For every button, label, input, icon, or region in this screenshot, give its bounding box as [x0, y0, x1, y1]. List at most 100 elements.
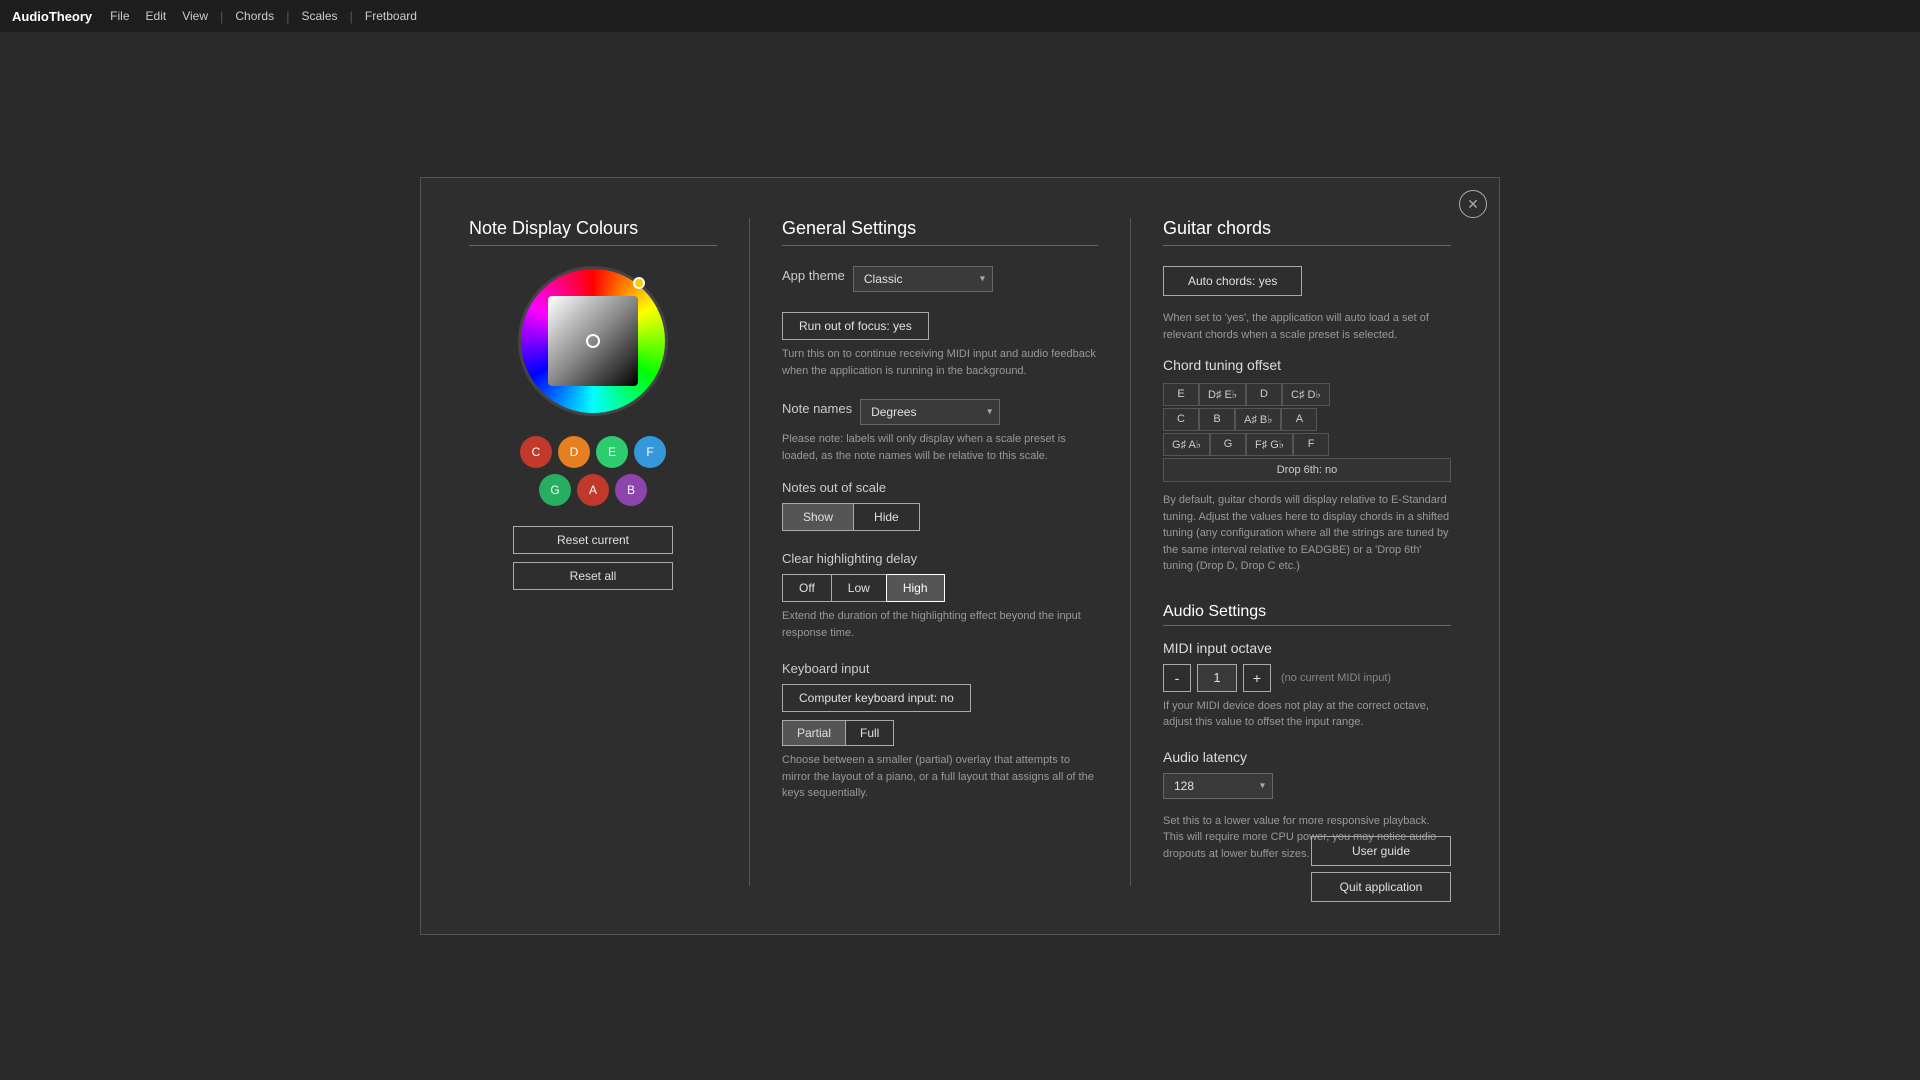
modal-backdrop: ✕ Note Display Colours C D E: [0, 32, 1920, 1080]
note-names-desc: Please note: labels will only display wh…: [782, 431, 1098, 464]
chord-cell-C[interactable]: C: [1163, 408, 1199, 431]
note-circle-g[interactable]: G: [539, 474, 571, 506]
note-circle-d[interactable]: D: [558, 436, 590, 468]
guitar-chords-section: Guitar chords Auto chords: yes When set …: [1163, 218, 1451, 575]
chord-cell-F[interactable]: F: [1293, 433, 1329, 456]
menu-view[interactable]: View: [176, 7, 214, 25]
note-circle-b[interactable]: B: [615, 474, 647, 506]
chord-row-1: E D♯ E♭ D C♯ D♭: [1163, 383, 1451, 406]
chord-cell-E[interactable]: E: [1163, 383, 1199, 406]
note-circles-row1: C D E F: [469, 436, 717, 468]
midi-octave-title: MIDI input octave: [1163, 640, 1451, 656]
highlighting-low-button[interactable]: Low: [831, 574, 887, 602]
audio-settings-section: Audio Settings MIDI input octave - 1 + (…: [1163, 603, 1451, 863]
auto-chords-button[interactable]: Auto chords: yes: [1163, 266, 1302, 296]
color-gradient-box[interactable]: [548, 296, 638, 386]
chord-cell-Gs[interactable]: G♯ A♭: [1163, 433, 1210, 456]
color-indicator: [633, 277, 645, 289]
close-button[interactable]: ✕: [1459, 190, 1487, 218]
app-theme-label: App theme: [782, 268, 845, 283]
right-column: Guitar chords Auto chords: yes When set …: [1131, 218, 1451, 886]
hide-button[interactable]: Hide: [853, 503, 920, 531]
chord-cell-B[interactable]: B: [1199, 408, 1235, 431]
middle-column: General Settings App theme Classic ▾ Run…: [749, 218, 1131, 886]
modal-columns: Note Display Colours C D E F: [469, 218, 1451, 886]
highlighting-row: Clear highlighting delay Off Low High Ex…: [782, 551, 1098, 641]
app-theme-dropdown-wrapper: Classic ▾: [853, 266, 993, 292]
menubar: AudioTheory File Edit View | Chords | Sc…: [0, 0, 1920, 32]
audio-latency-title: Audio latency: [1163, 749, 1451, 765]
left-section-title: Note Display Colours: [469, 218, 717, 246]
keyboard-desc: Choose between a smaller (partial) overl…: [782, 752, 1098, 802]
quit-application-button[interactable]: Quit application: [1311, 872, 1451, 902]
color-wheel[interactable]: [518, 266, 668, 416]
chord-cell-Cs[interactable]: C♯ D♭: [1282, 383, 1330, 406]
chord-cell-D[interactable]: D: [1246, 383, 1282, 406]
partial-full-group: Partial Full: [782, 720, 1098, 746]
partial-button[interactable]: Partial: [782, 720, 846, 746]
chord-tuning-title: Chord tuning offset: [1163, 357, 1451, 373]
show-hide-group: Show Hide: [782, 503, 1098, 531]
note-circle-e[interactable]: E: [596, 436, 628, 468]
drop-6th-button[interactable]: Drop 6th: no: [1163, 458, 1451, 482]
settings-modal: ✕ Note Display Colours C D E: [420, 177, 1500, 935]
user-guide-button[interactable]: User guide: [1311, 836, 1451, 866]
chord-row-3: G♯ A♭ G F♯ G♭ F: [1163, 433, 1451, 456]
chord-cell-Ds[interactable]: D♯ E♭: [1199, 383, 1246, 406]
midi-desc: If your MIDI device does not play at the…: [1163, 698, 1451, 731]
menu-edit[interactable]: Edit: [140, 7, 173, 25]
chord-cell-As[interactable]: A♯ B♭: [1235, 408, 1281, 431]
sep-3: |: [350, 9, 353, 24]
chord-cell-Fs[interactable]: F♯ G♭: [1246, 433, 1293, 456]
left-column: Note Display Colours C D E F: [469, 218, 749, 886]
highlighting-label: Clear highlighting delay: [782, 551, 1098, 566]
note-names-label: Note names: [782, 401, 852, 416]
chord-row-drop: Drop 6th: no: [1163, 458, 1451, 482]
note-circle-c[interactable]: C: [520, 436, 552, 468]
chord-tuning-desc: By default, guitar chords will display r…: [1163, 492, 1451, 575]
run-out-focus-row: Run out of focus: yes Turn this on to co…: [782, 312, 1098, 379]
menu-scales[interactable]: Scales: [295, 7, 343, 25]
mid-section-title: General Settings: [782, 218, 1098, 246]
run-out-focus-button[interactable]: Run out of focus: yes: [782, 312, 929, 340]
chord-cell-A[interactable]: A: [1281, 408, 1317, 431]
audio-section-title: Audio Settings: [1163, 603, 1451, 626]
highlighting-high-button[interactable]: High: [886, 574, 945, 602]
menu-file[interactable]: File: [104, 7, 135, 25]
auto-chords-desc: When set to 'yes', the application will …: [1163, 310, 1451, 343]
keyboard-input-label: Keyboard input: [782, 661, 1098, 676]
app-brand: AudioTheory: [12, 9, 92, 24]
notes-out-row: Notes out of scale Show Hide: [782, 480, 1098, 531]
color-wheel-container: [469, 266, 717, 416]
note-names-dropdown[interactable]: Degrees: [860, 399, 1000, 425]
highlighting-desc: Extend the duration of the highlighting …: [782, 608, 1098, 641]
sep-1: |: [220, 9, 223, 24]
guitar-chords-title: Guitar chords: [1163, 218, 1451, 246]
full-button[interactable]: Full: [845, 720, 894, 746]
reset-current-button[interactable]: Reset current: [513, 526, 673, 554]
notes-out-label: Notes out of scale: [782, 480, 1098, 495]
highlighting-btn-group: Off Low High: [782, 574, 1098, 602]
reset-all-button[interactable]: Reset all: [513, 562, 673, 590]
app-theme-row: App theme Classic ▾: [782, 266, 1098, 292]
chord-cell-G[interactable]: G: [1210, 433, 1246, 456]
latency-dropdown[interactable]: 128: [1163, 773, 1273, 799]
midi-minus-button[interactable]: -: [1163, 664, 1191, 692]
highlighting-off-button[interactable]: Off: [782, 574, 832, 602]
run-out-focus-desc: Turn this on to continue receiving MIDI …: [782, 346, 1098, 379]
midi-plus-button[interactable]: +: [1243, 664, 1271, 692]
note-names-dropdown-wrapper: Degrees ▾: [860, 399, 1000, 425]
chord-grid: E D♯ E♭ D C♯ D♭ C B A♯ B♭ A G♯ A♭: [1163, 383, 1451, 482]
keyboard-input-row: Keyboard input Computer keyboard input: …: [782, 661, 1098, 802]
color-cursor: [586, 334, 600, 348]
menu-fretboard[interactable]: Fretboard: [359, 7, 423, 25]
midi-note-label: (no current MIDI input): [1281, 672, 1391, 684]
note-circle-f[interactable]: F: [634, 436, 666, 468]
show-button[interactable]: Show: [782, 503, 854, 531]
midi-value-display: 1: [1197, 664, 1237, 692]
latency-dropdown-wrapper: 128 ▾: [1163, 773, 1273, 799]
app-theme-dropdown[interactable]: Classic: [853, 266, 993, 292]
computer-keyboard-button[interactable]: Computer keyboard input: no: [782, 684, 971, 712]
note-circle-a[interactable]: A: [577, 474, 609, 506]
menu-chords[interactable]: Chords: [229, 7, 280, 25]
